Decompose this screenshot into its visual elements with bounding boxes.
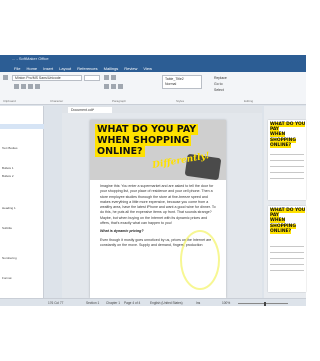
ribbon: Minion Pro/MS Sans/Unicode Table_Title2 … — [0, 72, 306, 105]
status-page: Page 4 of 4 — [124, 301, 141, 305]
thumb-title-line: WHEN SHOPPING — [270, 132, 296, 143]
thumb-text-line — [270, 264, 304, 265]
sidebar-item[interactable]: Format — [2, 276, 12, 280]
underline-icon[interactable] — [28, 84, 33, 89]
page-thumbnail[interactable]: WHAT DO YOU PAY WHEN SHOPPING ONLINE? — [268, 120, 306, 200]
thumb-text-line — [270, 270, 304, 271]
document-editor[interactable]: Document.odt* WHAT DO YOU PAY WHEN SHOPP… — [62, 106, 262, 298]
sidebar-item[interactable]: Heading 1 — [2, 206, 16, 210]
editing-group: Replace Go to Select — [214, 75, 227, 93]
align-center-icon[interactable] — [111, 84, 116, 89]
font-name-field[interactable]: Minion Pro/MS Sans/Unicode — [12, 75, 82, 81]
thumb-text-line — [270, 252, 304, 253]
bullets-icon[interactable] — [104, 75, 109, 80]
sidebar-item[interactable]: Bullets 1 — [2, 166, 14, 170]
yellow-scribble-decoration — [180, 230, 220, 290]
title-line-3: ONLINE? — [95, 146, 145, 157]
thumb-text-line — [270, 160, 304, 161]
paste-icon[interactable] — [3, 75, 8, 80]
sidebar-item[interactable]: Subtitle — [2, 226, 12, 230]
paragraph: Imagine this: You enter a supermarket an… — [100, 184, 216, 226]
window-title: ... - SoftMaker Office — [12, 56, 49, 61]
sidebar-item[interactable]: Numbering — [2, 256, 17, 260]
thumb-title-line: WHAT DO YOU PAY — [270, 208, 306, 219]
style-selector[interactable]: Table_Title2 Normal — [162, 75, 202, 89]
thumb-title-line: ONLINE? — [270, 142, 292, 148]
document-tab[interactable]: Document.odt* — [68, 107, 112, 113]
group-label-paragraph: Paragraph — [112, 99, 127, 103]
thumb-text-line — [270, 178, 304, 179]
status-mode: Ins — [196, 301, 201, 305]
word-processor-window: ... - SoftMaker Office File Home Insert … — [0, 55, 306, 306]
document-tabbar: Document.odt* — [62, 106, 262, 113]
status-chapter: Chapter 1 — [106, 301, 120, 305]
status-words: 176 Col 77 — [48, 301, 64, 305]
zoom-slider-knob[interactable] — [264, 301, 267, 306]
status-zoom[interactable]: 100% — [222, 301, 230, 305]
group-label-clipboard: Clipboard — [3, 99, 16, 103]
font-size-field[interactable] — [84, 75, 100, 81]
numbering-icon[interactable] — [111, 75, 116, 80]
align-left-icon[interactable] — [104, 84, 109, 89]
document-page[interactable]: WHAT DO YOU PAY WHEN SHOPPING ONLINE? Di… — [90, 120, 226, 298]
status-bar: 176 Col 77 Section 1 Chapter 1 Page 4 of… — [0, 298, 306, 306]
select-button[interactable]: Select — [214, 87, 227, 93]
title-bar: ... - SoftMaker Office — [0, 55, 306, 65]
thumb-text-line — [270, 258, 304, 259]
status-language: English (United States) — [150, 301, 183, 305]
page-thumbnail[interactable]: WHAT DO YOU PAY WHEN SHOPPING ONLINE? — [268, 206, 306, 292]
menu-references[interactable]: References — [77, 65, 97, 72]
thumb-text-line — [270, 166, 304, 167]
title-line-2: WHEN SHOPPING — [95, 135, 192, 146]
thumb-title-line: ONLINE? — [270, 228, 292, 234]
menu-mailings[interactable]: Mailings — [104, 65, 119, 72]
menu-review[interactable]: Review — [124, 65, 137, 72]
bold-icon[interactable] — [14, 84, 19, 89]
menu-bar: File Home Insert Layout References Maili… — [0, 65, 306, 72]
sidebar-item[interactable]: Bullets 2 — [2, 174, 14, 178]
align-right-icon[interactable] — [118, 84, 123, 89]
sidebar-item[interactable]: Text Bodies — [2, 146, 18, 150]
menu-home[interactable]: Home — [26, 65, 37, 72]
thumb-title: WHAT DO YOU PAY WHEN SHOPPING ONLINE? — [270, 122, 306, 148]
status-section: Section 1 — [86, 301, 100, 305]
thumb-text-line — [270, 172, 304, 173]
group-label-editing: Editing — [244, 99, 254, 103]
style-sub: Normal — [165, 82, 177, 86]
thumb-text-line — [270, 246, 304, 247]
menu-layout[interactable]: Layout — [59, 65, 71, 72]
thumb-text-line — [270, 154, 304, 155]
zoom-slider[interactable] — [238, 301, 288, 306]
thumb-title-line: WHEN SHOPPING — [270, 218, 296, 229]
menu-insert[interactable]: Insert — [43, 65, 53, 72]
sidebar-selection — [0, 124, 44, 129]
styles-sidebar: Text Bodies Bullets 1 Bullets 2 Heading … — [0, 106, 44, 298]
italic-icon[interactable] — [21, 84, 26, 89]
strikethrough-icon[interactable] — [35, 84, 40, 89]
thumb-title: WHAT DO YOU PAY WHEN SHOPPING ONLINE? — [270, 208, 306, 234]
menu-file[interactable]: File — [14, 65, 20, 72]
thumb-title-line: WHAT DO YOU PAY — [270, 122, 306, 133]
menu-view[interactable]: View — [143, 65, 152, 72]
page-thumbnails-pane: WHAT DO YOU PAY WHEN SHOPPING ONLINE? WH… — [264, 106, 306, 298]
title-line-1: WHAT DO YOU PAY — [95, 124, 199, 135]
group-label-character: Character — [50, 99, 64, 103]
group-label-styles: Styles — [176, 99, 185, 103]
